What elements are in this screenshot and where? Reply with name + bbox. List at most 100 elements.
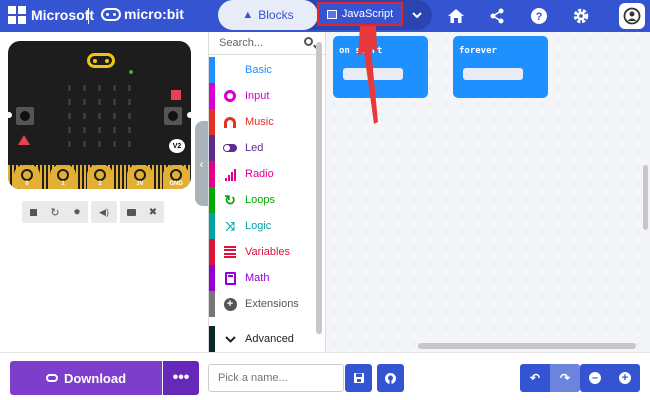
sound-button[interactable]: ◀) <box>91 201 117 223</box>
microbit-logo[interactable]: micro:bit <box>101 6 184 22</box>
led <box>68 85 71 91</box>
category-basic[interactable]: Basic <box>209 57 317 83</box>
save-icon <box>353 373 364 383</box>
category-advanced[interactable]: Advanced <box>209 326 317 352</box>
tab-javascript[interactable]: JavaScript <box>317 2 403 26</box>
category-label: Logic <box>245 220 272 232</box>
plus-circle-icon: + <box>619 372 631 384</box>
pin-3v[interactable]: 3V <box>127 165 153 189</box>
workspace-horizontal-scrollbar[interactable] <box>418 343 636 349</box>
user-icon <box>623 7 641 25</box>
help-icon: ? <box>531 8 547 24</box>
category-loops[interactable]: ↻ Loops <box>209 187 317 213</box>
button-b[interactable] <box>164 107 182 125</box>
category-extensions[interactable]: + Extensions <box>209 291 317 317</box>
button-a[interactable] <box>16 107 34 125</box>
chevron-down-icon <box>412 12 422 18</box>
category-label: Advanced <box>245 333 294 345</box>
category-math[interactable]: Math <box>209 265 317 291</box>
block-forever[interactable]: forever <box>453 36 548 98</box>
ellipsis-icon: ••• <box>172 369 190 386</box>
download-button[interactable]: Download <box>10 361 162 395</box>
settings-button[interactable] <box>569 4 593 28</box>
collapse-simulator-button[interactable]: ‹ <box>195 121 208 206</box>
download-more-button[interactable]: ••• <box>163 361 199 395</box>
stop-button[interactable] <box>22 201 44 223</box>
button-b-label <box>171 90 181 100</box>
home-button[interactable] <box>444 4 468 28</box>
annotation-arrow <box>358 26 378 124</box>
tab-javascript-label: JavaScript <box>341 8 394 20</box>
debug-button[interactable]: ✹ <box>66 201 88 223</box>
led <box>113 113 116 119</box>
led <box>68 141 71 147</box>
pin-2[interactable]: 2 <box>87 165 113 189</box>
share-button[interactable] <box>485 4 509 28</box>
workspace-vertical-scrollbar[interactable] <box>643 165 648 230</box>
led <box>83 99 86 105</box>
gear-icon <box>573 8 589 24</box>
top-bar: Microsoft micro:bit ▲ Blocks JavaScript … <box>0 0 650 32</box>
list-icon <box>223 246 237 258</box>
category-input[interactable]: Input <box>209 83 317 109</box>
search-placeholder: Search... <box>219 37 264 49</box>
led <box>98 85 101 91</box>
category-label: Variables <box>245 246 291 258</box>
undo-icon: ↶ <box>529 371 541 385</box>
restart-button[interactable]: ↻ <box>44 201 66 223</box>
category-label: Extensions <box>245 298 299 310</box>
sim-sound-group: ◀) <box>91 201 117 223</box>
category-music[interactable]: Music <box>209 109 317 135</box>
user-menu-button[interactable] <box>619 3 645 29</box>
usb-icon <box>45 374 58 382</box>
led <box>98 99 101 105</box>
led <box>68 99 71 105</box>
category-radio[interactable]: Radio <box>209 161 317 187</box>
github-button[interactable] <box>377 364 404 392</box>
category-variables[interactable]: Variables <box>209 239 317 265</box>
block-label: forever <box>459 46 497 56</box>
right-connector-dot <box>187 112 191 118</box>
download-label: Download <box>63 370 127 386</box>
screenshot-button[interactable] <box>120 201 142 223</box>
led <box>98 141 101 147</box>
undo-redo-group: ↶ ↷ <box>520 364 580 392</box>
signal-icon <box>223 167 237 181</box>
simulator-toolbar: ↻ ✹ ◀) ✖ <box>22 201 164 223</box>
save-button[interactable] <box>345 364 372 392</box>
pin-1[interactable]: 1 <box>50 165 76 189</box>
category-logic[interactable]: ⤨ Logic <box>209 213 317 239</box>
category-label: Basic <box>245 64 272 76</box>
sim-view-group: ✖ <box>120 201 164 223</box>
zoom-in-button[interactable]: + <box>610 364 640 392</box>
led <box>83 113 86 119</box>
zoom-out-button[interactable]: – <box>580 364 610 392</box>
zoom-group: – + <box>580 364 640 392</box>
pin-0[interactable]: 0 <box>14 165 40 189</box>
restart-icon: ↻ <box>50 206 60 219</box>
toolbox-scrollbar[interactable] <box>316 42 322 334</box>
category-label: Led <box>245 142 264 154</box>
product-label: micro:bit <box>124 6 184 22</box>
calculator-icon <box>223 271 237 285</box>
undo-button[interactable]: ↶ <box>520 364 550 392</box>
redo-button[interactable]: ↷ <box>550 364 580 392</box>
pin-gnd[interactable]: GND <box>163 165 189 189</box>
category-led[interactable]: Led <box>209 135 317 161</box>
tab-blocks-label: Blocks <box>258 8 294 22</box>
toolbox-search[interactable]: Search... <box>209 32 325 55</box>
fullscreen-button[interactable]: ✖ <box>142 201 164 223</box>
puzzle-icon: ▲ <box>242 9 254 21</box>
category-label: Math <box>245 272 270 284</box>
project-name-input[interactable] <box>208 364 344 392</box>
minus-circle-icon: – <box>589 372 601 384</box>
microbit-board[interactable]: V2 0 1 2 3V GND <box>8 41 191 189</box>
sound-icon: ◀) <box>99 206 109 217</box>
share-icon <box>490 8 504 24</box>
help-button[interactable]: ? <box>527 4 551 28</box>
tab-blocks[interactable]: ▲ Blocks <box>218 0 318 30</box>
language-dropdown-button[interactable] <box>404 2 430 28</box>
microsoft-logo[interactable]: Microsoft <box>8 6 94 24</box>
shuffle-icon: ⤨ <box>225 218 235 233</box>
led <box>113 99 116 105</box>
